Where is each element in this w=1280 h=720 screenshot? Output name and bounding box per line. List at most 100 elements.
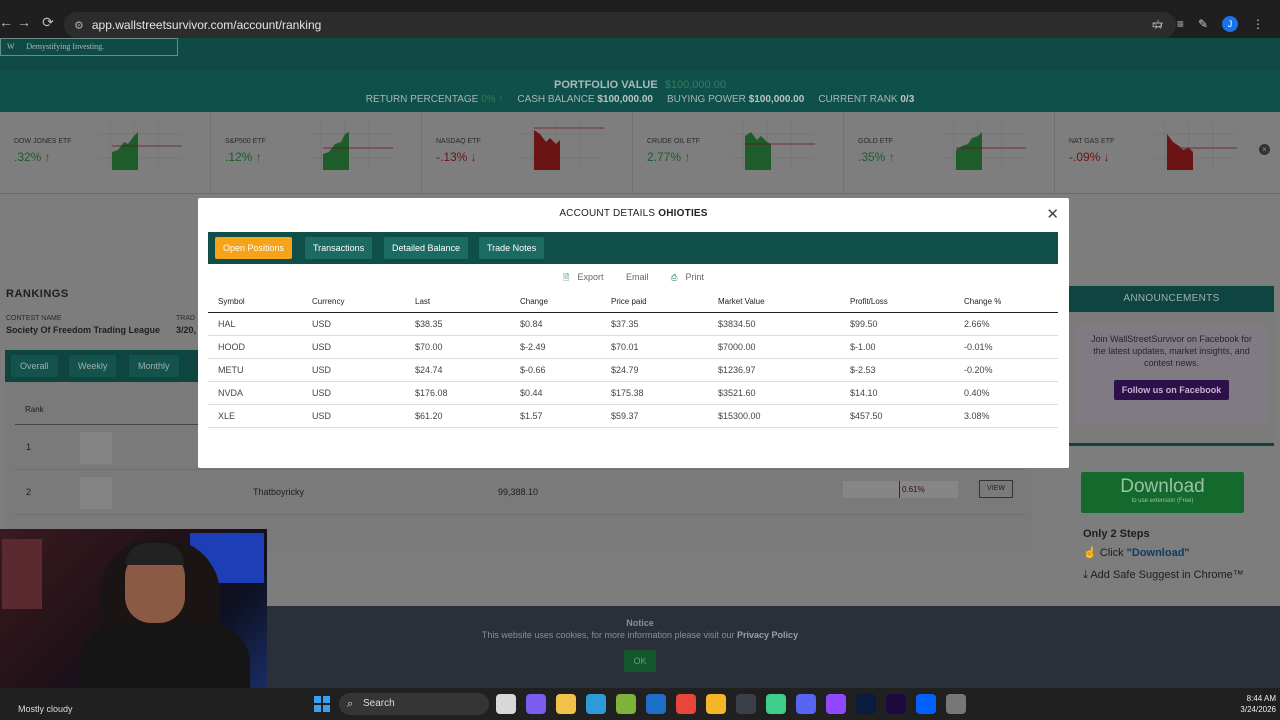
ticker-name: CRUDE OIL ETF bbox=[647, 138, 701, 145]
tab-trade-notes[interactable]: Trade Notes bbox=[479, 237, 545, 259]
reading-list-icon[interactable]: ≡ bbox=[1177, 17, 1184, 31]
steps-title: Only 2 Steps bbox=[1083, 528, 1150, 540]
cell-profit-loss: $-1.00 bbox=[840, 335, 954, 359]
address-bar[interactable]: ⚙ app.wallstreetsurvivor.com/account/ran… bbox=[64, 12, 1176, 38]
globe-icon[interactable] bbox=[946, 694, 966, 714]
cell-profit-loss: $457.50 bbox=[840, 404, 954, 428]
system-clock[interactable]: 8:44 AM 3/24/2026 bbox=[1240, 693, 1276, 715]
tab-monthly[interactable]: Monthly bbox=[129, 355, 179, 377]
site-logo[interactable]: W Demystifying Investing. bbox=[0, 38, 178, 56]
tab-weekly[interactable]: Weekly bbox=[69, 355, 117, 377]
table-row[interactable]: HAL USD $38.35 $0.84 $37.35 $3834.50 $99… bbox=[208, 312, 1058, 336]
background-shelf bbox=[2, 539, 42, 609]
step-1-link[interactable]: "Download" bbox=[1127, 547, 1190, 559]
photoshop-icon[interactable] bbox=[856, 694, 876, 714]
tab-overall[interactable]: Overall bbox=[11, 355, 58, 377]
weather-app-icon[interactable] bbox=[706, 694, 726, 714]
table-row[interactable]: NVDA USD $176.08 $0.44 $175.38 $3521.60 … bbox=[208, 381, 1058, 405]
account-details-modal: ACCOUNT DETAILS OHIOTIES ✕ Open Position… bbox=[198, 198, 1069, 468]
windows-start-icon[interactable] bbox=[314, 696, 330, 712]
reload-icon[interactable]: ⟳ bbox=[36, 14, 60, 31]
ticker-gold[interactable]: GOLD ETF .35% ↑ bbox=[844, 112, 1055, 194]
open-positions-table: Symbol Currency Last Change Price paid M… bbox=[208, 292, 1058, 428]
table-row[interactable]: METU USD $24.74 $-0.66 $24.79 $1236.97 $… bbox=[208, 358, 1058, 382]
col-market-value[interactable]: Market Value bbox=[708, 292, 840, 313]
print-link[interactable]: ⎙ Print bbox=[666, 272, 709, 282]
twitch-icon[interactable] bbox=[826, 694, 846, 714]
modal-title-prefix: ACCOUNT DETAILS bbox=[559, 208, 656, 219]
rank-column-header[interactable]: Rank bbox=[25, 405, 44, 414]
weather-widget[interactable]: Mostly cloudy bbox=[18, 704, 73, 714]
col-last[interactable]: Last bbox=[405, 292, 510, 313]
ticker-change: .35% ↑ bbox=[858, 150, 895, 164]
ticker-dow[interactable]: DOW JONES ETF .32% ↑ bbox=[0, 112, 211, 194]
profile-avatar[interactable]: J bbox=[1222, 16, 1238, 32]
cell-change-pct: 2.66% bbox=[954, 312, 1058, 336]
app-icon[interactable] bbox=[766, 694, 786, 714]
rank-number: 2 bbox=[26, 487, 32, 497]
cell-change: $1.57 bbox=[510, 404, 601, 428]
forward-icon[interactable]: → bbox=[12, 14, 36, 30]
file-explorer-icon[interactable] bbox=[556, 694, 576, 714]
ticker-sp500[interactable]: S&P500 ETF .12% ↑ bbox=[211, 112, 422, 194]
taskbar-search[interactable]: ⌕ Search bbox=[339, 693, 489, 715]
cell-market-value: $1236.97 bbox=[708, 358, 840, 382]
ticker-crude-oil[interactable]: CRUDE OIL ETF 2.77% ↑ bbox=[633, 112, 844, 194]
table-row[interactable]: HOOD USD $70.00 $-2.49 $70.01 $7000.00 $… bbox=[208, 335, 1058, 359]
cell-change: $-0.66 bbox=[510, 358, 601, 382]
col-price-paid[interactable]: Price paid bbox=[601, 292, 708, 313]
download-label: Download bbox=[1120, 476, 1205, 497]
copilot-icon[interactable] bbox=[526, 694, 546, 714]
url-text: app.wallstreetsurvivor.com/account/ranki… bbox=[91, 18, 322, 32]
portfolio-value-label: PORTFOLIO VALUE bbox=[554, 79, 658, 91]
col-change-pct[interactable]: Change % bbox=[954, 292, 1058, 313]
download-ad-button[interactable]: Download to use extension (Free) bbox=[1081, 472, 1244, 513]
ticker-nasdaq[interactable]: NASDAQ ETF -.13% ↓ bbox=[422, 112, 633, 194]
tab-transactions[interactable]: Transactions bbox=[305, 237, 373, 259]
col-change[interactable]: Change bbox=[510, 292, 601, 313]
follow-facebook-button[interactable]: Follow us on Facebook bbox=[1113, 380, 1230, 400]
cell-profit-loss: $99.50 bbox=[840, 312, 954, 336]
cookie-ok-button[interactable]: OK bbox=[624, 650, 656, 672]
tab-detailed-balance[interactable]: Detailed Balance bbox=[384, 237, 469, 259]
task-view-icon[interactable] bbox=[496, 694, 516, 714]
privacy-policy-link[interactable]: Privacy Policy bbox=[737, 630, 798, 640]
close-icon[interactable]: ✕ bbox=[1046, 205, 1059, 223]
print-icon: ⎙ bbox=[671, 273, 678, 282]
store-icon[interactable] bbox=[616, 694, 636, 714]
site-info-icon[interactable]: ⚙ bbox=[74, 19, 84, 32]
extensions-icon[interactable]: ✎ bbox=[1198, 17, 1208, 31]
terminal-icon[interactable] bbox=[736, 694, 756, 714]
col-symbol[interactable]: Symbol bbox=[208, 292, 302, 313]
table-row[interactable]: XLE USD $61.20 $1.57 $59.37 $15300.00 $4… bbox=[208, 404, 1058, 428]
cast-icon[interactable]: ▭ bbox=[1152, 17, 1163, 31]
premiere-icon[interactable] bbox=[886, 694, 906, 714]
taskbar-apps bbox=[496, 694, 966, 714]
edge-icon[interactable] bbox=[586, 694, 606, 714]
ticker-nat-gas[interactable]: NAT GAS ETF -.09% ↓ bbox=[1055, 112, 1266, 194]
col-currency[interactable]: Currency bbox=[302, 292, 405, 313]
ticker-change: -.13% ↓ bbox=[436, 150, 477, 164]
chrome-icon[interactable] bbox=[676, 694, 696, 714]
cell-market-value: $7000.00 bbox=[708, 335, 840, 359]
outlook-icon[interactable] bbox=[646, 694, 666, 714]
dropbox-icon[interactable] bbox=[916, 694, 936, 714]
tab-open-positions[interactable]: Open Positions bbox=[215, 237, 293, 259]
cookie-text: This website uses cookies, for more info… bbox=[481, 630, 735, 640]
cell-price-paid: $175.38 bbox=[601, 381, 708, 405]
table-row: 2 Thatboyricky 99,388.10 0.61% VIEW bbox=[15, 471, 1025, 515]
modal-actions: 🗎 Export Email ⎙ Print bbox=[198, 272, 1069, 286]
table-header-row: Symbol Currency Last Change Price paid M… bbox=[208, 292, 1058, 313]
export-link[interactable]: 🗎 Export bbox=[558, 272, 608, 282]
view-button[interactable]: VIEW bbox=[979, 480, 1013, 498]
menu-icon[interactable]: ⋮ bbox=[1252, 17, 1264, 31]
ticker-name: DOW JONES ETF bbox=[14, 138, 72, 145]
email-link[interactable]: Email bbox=[621, 272, 654, 282]
ticker-close-icon[interactable]: × bbox=[1259, 144, 1270, 155]
cell-change: $0.44 bbox=[510, 381, 601, 405]
discord-icon[interactable] bbox=[796, 694, 816, 714]
col-profit-loss[interactable]: Profit/Loss bbox=[840, 292, 954, 313]
cell-symbol: NVDA bbox=[208, 381, 302, 405]
username[interactable]: Thatboyricky bbox=[253, 487, 304, 497]
announcement-text: Join WallStreetSurvivor on Facebook for … bbox=[1091, 334, 1252, 368]
